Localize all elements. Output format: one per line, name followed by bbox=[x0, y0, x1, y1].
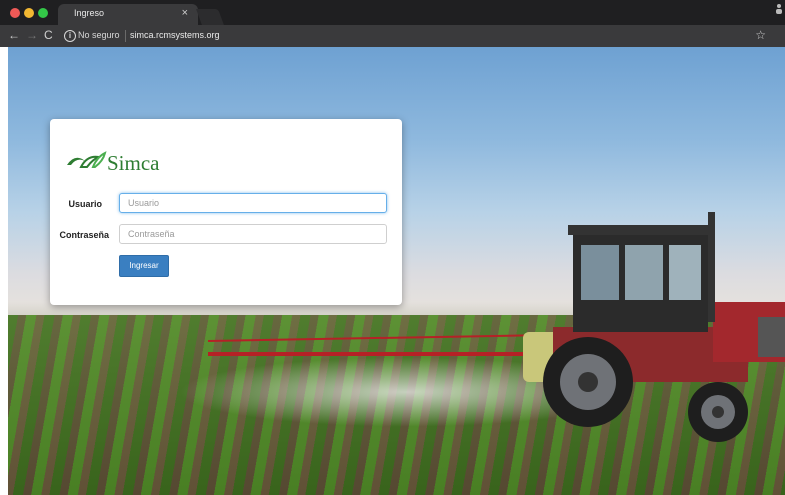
maximize-window-button[interactable] bbox=[38, 8, 48, 18]
simca-logo: Simca bbox=[65, 149, 160, 179]
reload-button[interactable]: C bbox=[44, 28, 53, 42]
username-row: Usuario bbox=[50, 193, 402, 215]
sprayer-boom bbox=[208, 352, 548, 356]
minimize-window-button[interactable] bbox=[24, 8, 34, 18]
security-indicator[interactable]: No seguro bbox=[78, 30, 120, 40]
browser-tab[interactable]: Ingreso × bbox=[58, 4, 198, 25]
url-text[interactable]: simca.rcmsystems.org bbox=[130, 30, 220, 40]
back-button[interactable]: ← bbox=[8, 28, 20, 42]
login-button[interactable]: Ingresar bbox=[119, 255, 169, 277]
url-divider bbox=[125, 30, 126, 42]
browser-tab-bar: Ingreso × bbox=[0, 0, 785, 25]
password-label: Contraseña bbox=[59, 230, 109, 240]
password-input[interactable] bbox=[119, 224, 387, 244]
tractor-image bbox=[523, 212, 785, 442]
close-icon[interactable]: × bbox=[182, 7, 188, 19]
forward-button[interactable]: → bbox=[26, 28, 38, 42]
close-window-button[interactable] bbox=[10, 8, 20, 18]
browser-toolbar: ← → C i No seguro simca.rcmsystems.org ☆ bbox=[0, 25, 785, 47]
info-icon[interactable]: i bbox=[64, 30, 76, 42]
star-icon[interactable]: ☆ bbox=[755, 28, 766, 42]
login-card: Simca Usuario Contraseña Ingresar bbox=[50, 119, 402, 305]
tab-title: Ingreso bbox=[74, 8, 105, 18]
page-content: Simca Usuario Contraseña Ingresar bbox=[8, 47, 785, 495]
username-label: Usuario bbox=[68, 199, 102, 209]
password-row: Contraseña bbox=[50, 224, 402, 246]
background-spray bbox=[178, 357, 558, 427]
profile-icon[interactable] bbox=[775, 3, 783, 17]
leaf-logo-icon bbox=[67, 151, 107, 168]
brand-name: Simca bbox=[107, 151, 160, 175]
address-bar[interactable]: i No seguro simca.rcmsystems.org ☆ bbox=[62, 28, 772, 44]
new-tab-button[interactable] bbox=[196, 9, 224, 25]
username-input[interactable] bbox=[119, 193, 387, 213]
